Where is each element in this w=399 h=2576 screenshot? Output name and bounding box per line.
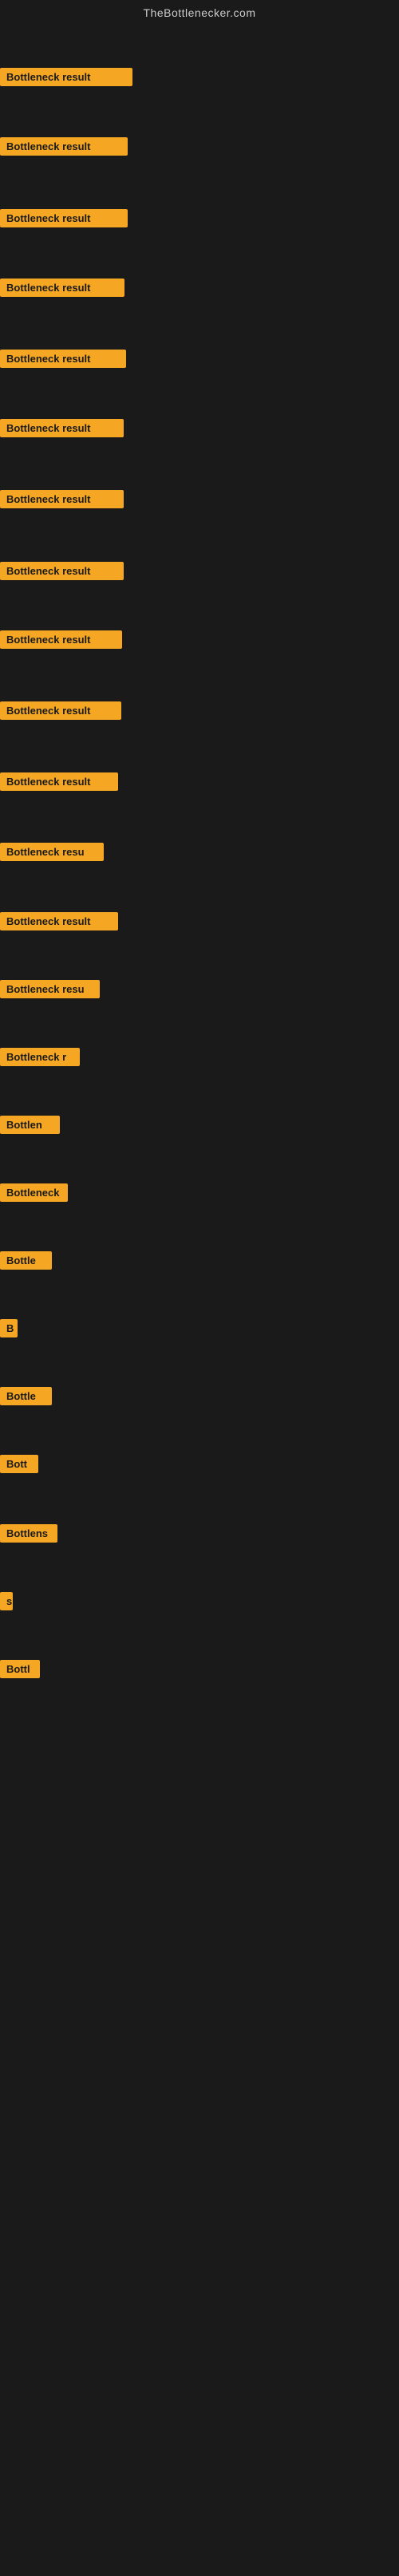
bottleneck-result-15[interactable]: Bottleneck r [0, 1048, 80, 1066]
bottleneck-result-24[interactable]: Bottl [0, 1660, 40, 1678]
bottleneck-badge-1: Bottleneck result [0, 68, 132, 86]
bottleneck-result-4[interactable]: Bottleneck result [0, 279, 124, 297]
bottleneck-result-12[interactable]: Bottleneck resu [0, 843, 104, 861]
bottleneck-badge-9: Bottleneck result [0, 630, 122, 649]
bottleneck-badge-20: Bottle [0, 1387, 52, 1405]
bottleneck-result-11[interactable]: Bottleneck result [0, 772, 118, 791]
bottleneck-result-8[interactable]: Bottleneck result [0, 562, 124, 580]
bottleneck-badge-17: Bottleneck [0, 1183, 68, 1202]
bottleneck-result-22[interactable]: Bottlens [0, 1524, 57, 1543]
bottleneck-badge-24: Bottl [0, 1660, 40, 1678]
bottleneck-result-3[interactable]: Bottleneck result [0, 209, 128, 227]
bottleneck-result-7[interactable]: Bottleneck result [0, 490, 124, 508]
bottleneck-result-17[interactable]: Bottleneck [0, 1183, 68, 1202]
bottleneck-result-13[interactable]: Bottleneck result [0, 912, 118, 930]
bottleneck-badge-21: Bott [0, 1455, 38, 1473]
bottleneck-badge-10: Bottleneck result [0, 701, 121, 720]
bottleneck-badge-15: Bottleneck r [0, 1048, 80, 1066]
bottleneck-badge-7: Bottleneck result [0, 490, 124, 508]
bottleneck-badge-2: Bottleneck result [0, 137, 128, 156]
bottleneck-badge-19: B [0, 1319, 18, 1337]
bottleneck-result-16[interactable]: Bottlen [0, 1116, 60, 1134]
bottleneck-badge-23: s [0, 1592, 13, 1610]
site-title: TheBottlenecker.com [0, 0, 399, 22]
bottleneck-badge-5: Bottleneck result [0, 350, 126, 368]
bottleneck-result-20[interactable]: Bottle [0, 1387, 52, 1405]
bottleneck-badge-4: Bottleneck result [0, 279, 124, 297]
bottleneck-result-10[interactable]: Bottleneck result [0, 701, 121, 720]
bottleneck-result-6[interactable]: Bottleneck result [0, 419, 124, 437]
bottleneck-badge-18: Bottle [0, 1251, 52, 1270]
bottleneck-result-9[interactable]: Bottleneck result [0, 630, 122, 649]
bottleneck-badge-16: Bottlen [0, 1116, 60, 1134]
bottleneck-result-2[interactable]: Bottleneck result [0, 137, 128, 156]
bottleneck-result-5[interactable]: Bottleneck result [0, 350, 126, 368]
bottleneck-badge-8: Bottleneck result [0, 562, 124, 580]
bottleneck-result-21[interactable]: Bott [0, 1455, 38, 1473]
bottleneck-badge-11: Bottleneck result [0, 772, 118, 791]
bottleneck-badge-14: Bottleneck resu [0, 980, 100, 998]
bottleneck-result-1[interactable]: Bottleneck result [0, 68, 132, 86]
bottleneck-badge-12: Bottleneck resu [0, 843, 104, 861]
bottleneck-result-23[interactable]: s [0, 1592, 13, 1610]
bottleneck-result-18[interactable]: Bottle [0, 1251, 52, 1270]
bottleneck-badge-13: Bottleneck result [0, 912, 118, 930]
bottleneck-result-19[interactable]: B [0, 1319, 18, 1337]
bottleneck-result-14[interactable]: Bottleneck resu [0, 980, 100, 998]
bottleneck-badge-6: Bottleneck result [0, 419, 124, 437]
bottleneck-badge-22: Bottlens [0, 1524, 57, 1543]
bottleneck-badge-3: Bottleneck result [0, 209, 128, 227]
